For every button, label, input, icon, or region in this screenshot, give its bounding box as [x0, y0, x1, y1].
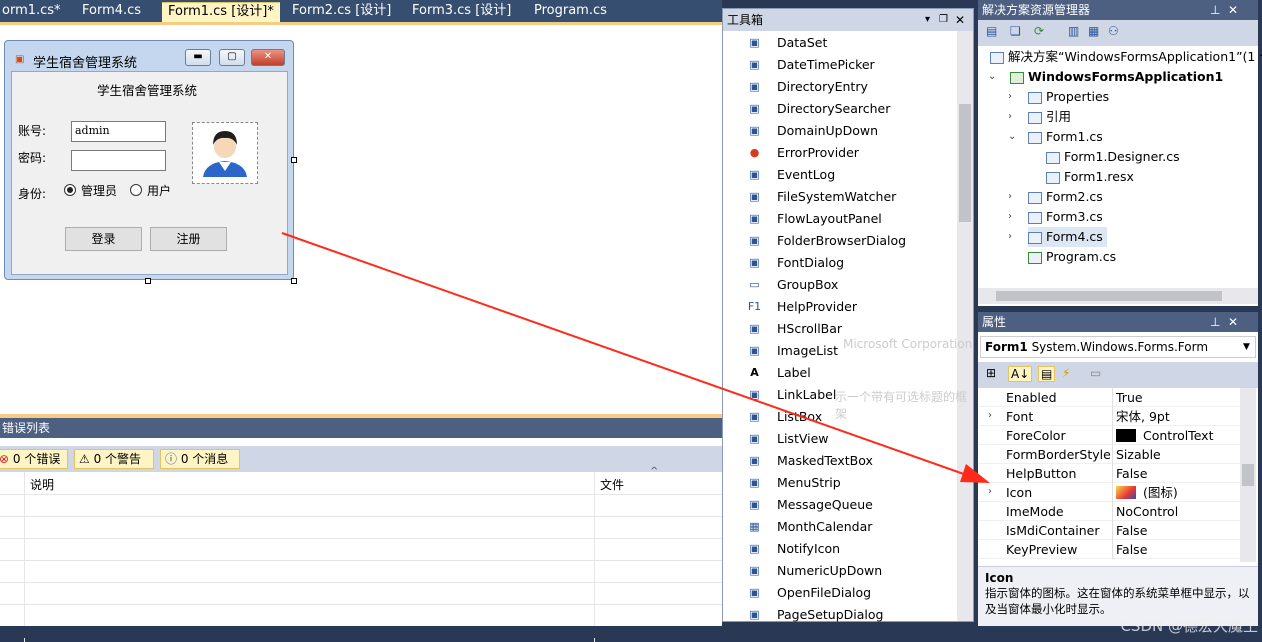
annotation-arrow-icon [281, 232, 990, 483]
watermark: CSDN @德宏大魔王 [1120, 617, 1258, 635]
